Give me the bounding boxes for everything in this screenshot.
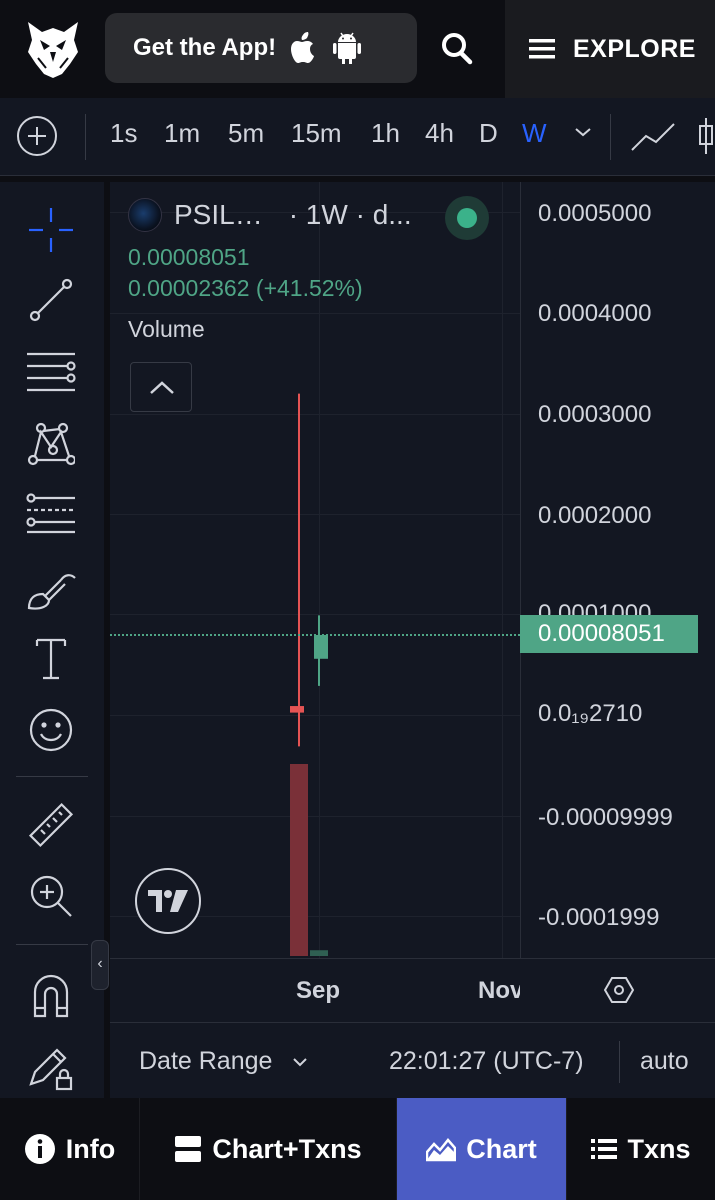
apple-icon [291,32,315,63]
brush-icon[interactable] [25,562,77,614]
nav-chart-button[interactable]: Chart [397,1098,567,1200]
split-view-icon [175,1136,202,1162]
horizontal-lines-icon[interactable] [25,346,77,398]
collapse-toolbar-button[interactable]: ‹ [91,940,109,990]
hamburger-menu-icon [529,39,555,59]
timezone-clock[interactable]: 22:01:27 (UTC-7) [389,1047,584,1076]
get-app-label: Get the App! [133,34,277,61]
info-icon [24,1134,55,1164]
nav-txns-label: Txns [627,1133,691,1164]
area-chart-icon [426,1138,457,1162]
price-scale-label: 0.0₁₉2710 [538,700,643,727]
volume-label: Volume [128,316,205,342]
list-icon [591,1139,618,1159]
timeframe-1h[interactable]: 1h [371,118,400,149]
fib-retracement-icon[interactable] [25,488,77,540]
volume-bar [310,950,328,956]
timeframe-4h[interactable]: 4h [425,118,454,149]
toolbar-divider [16,776,88,777]
bottom-navigation: Info Chart+Txns Chart Txns [0,1098,715,1200]
chart-settings-icon[interactable] [604,975,634,1005]
magnet-icon[interactable] [25,970,77,1022]
volume-bar [290,764,308,956]
candle-body[interactable] [290,706,304,713]
current-price-line [110,634,520,636]
add-symbol-icon[interactable] [17,116,57,156]
timeframe-15m[interactable]: 15m [291,118,342,149]
candle-chart-type-icon[interactable] [697,116,715,156]
price-scale-label: 0.0005000 [538,200,652,227]
pattern-tool-icon[interactable] [25,418,77,470]
nav-chart-label: Chart [466,1133,537,1164]
time-axis-label: Sep [296,977,341,1004]
drawing-toolbar [0,182,104,1098]
owl-logo-icon[interactable] [24,18,82,80]
text-tool-icon[interactable] [25,632,77,684]
price-scale[interactable] [520,182,715,958]
toolbar-divider [16,944,88,945]
market-status-indicator[interactable] [445,196,489,240]
top-header: Get the App! EXPLORE [0,0,715,98]
timeframe-1m[interactable]: 1m [164,118,200,149]
price-scale-label: 0.0002000 [538,502,652,529]
toolbar-divider [85,114,86,160]
date-range-button[interactable]: Date Range [139,1047,272,1076]
chevron-down-icon[interactable] [292,1057,308,1067]
price-scale-label: -0.0001999 [538,904,660,931]
chevron-up-icon [150,381,174,394]
line-chart-type-icon[interactable] [630,118,678,154]
interval-source: · 1W · d... [288,199,412,230]
legend-change: 0.00002362 (+41.52%) [128,275,363,301]
price-scale-label: 0.0003000 [538,401,652,428]
footer-divider [619,1041,620,1083]
symbol-name[interactable]: PSIL… [174,199,263,231]
chevron-down-icon[interactable] [574,126,592,138]
nav-info-button[interactable]: Info [0,1098,140,1200]
search-icon[interactable] [438,28,476,68]
current-price-label: 0.00008051 [520,615,698,653]
token-avatar [128,198,162,232]
auto-scale-toggle[interactable]: auto [640,1047,689,1076]
legend-price: 0.00008051 [128,244,250,270]
trend-line-icon[interactable] [25,274,77,326]
nav-txns-button[interactable]: Txns [567,1098,715,1200]
candle-body[interactable] [314,634,328,659]
explore-button[interactable]: EXPLORE [505,0,715,98]
nav-info-label: Info [65,1133,116,1164]
emoji-icon[interactable] [25,704,77,756]
timeframe-toolbar: 1s 1m 5m 15m 1h 4h D W [0,98,715,176]
ruler-icon[interactable] [25,800,77,852]
timeframe-d[interactable]: D [479,118,498,149]
zoom-in-icon[interactable] [25,870,77,922]
toolbar-divider [610,114,611,160]
timeframe-1s[interactable]: 1s [110,118,137,149]
android-icon [333,32,362,64]
timeframe-5m[interactable]: 5m [228,118,264,149]
chart-legend: PSIL… · 1W · d... 0.00008051 0.00002362 … [128,198,412,343]
nav-chart-txns-label: Chart+Txns [212,1133,362,1164]
time-axis-label: Nov [478,977,520,1004]
chart-footer: Date Range 22:01:27 (UTC-7) auto [110,1022,715,1098]
crosshair-icon[interactable] [25,204,77,256]
tradingview-logo-icon[interactable] [135,868,201,934]
timeframe-w[interactable]: W [522,118,547,149]
collapse-legend-button[interactable] [130,362,192,412]
lock-drawings-icon[interactable] [25,1040,77,1092]
time-axis[interactable]: Sep Nov [110,958,715,1022]
get-the-app-button[interactable]: Get the App! [105,13,417,83]
price-scale-label: 0.0004000 [538,300,652,327]
nav-chart-txns-button[interactable]: Chart+Txns [140,1098,397,1200]
chart-pane[interactable]: PSIL… · 1W · d... 0.00008051 0.00002362 … [110,182,715,958]
explore-label: EXPLORE [573,34,696,63]
plot-area[interactable]: PSIL… · 1W · d... 0.00008051 0.00002362 … [110,182,520,958]
price-scale-label: -0.00009999 [538,804,673,831]
